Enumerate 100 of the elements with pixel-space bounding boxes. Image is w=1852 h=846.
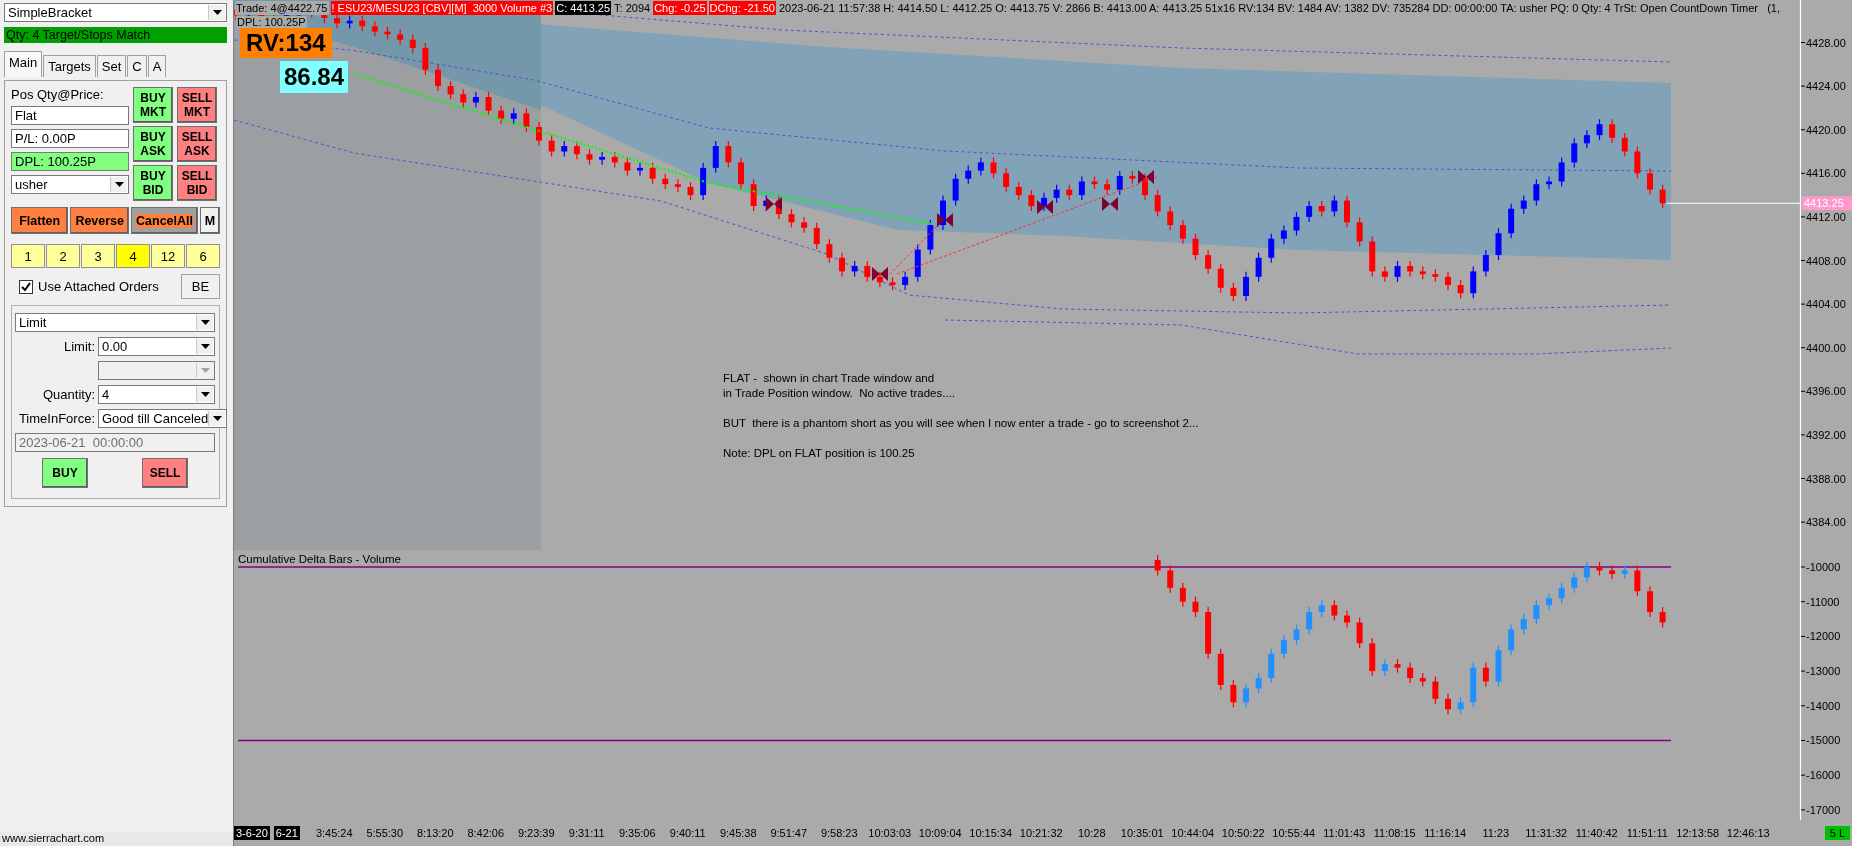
candle (826, 238, 833, 264)
chart-header-text: Chg: -0.25 (653, 1, 707, 15)
time-label: 12:46:13 (1725, 827, 1771, 839)
chart-header-text: C: 4413.25 (555, 1, 612, 15)
delta-bar (1621, 564, 1628, 580)
tab[interactable]: A (147, 55, 167, 77)
candle (725, 140, 732, 168)
quantity-button[interactable]: 1 (11, 244, 45, 268)
account-dropdown[interactable]: usher (11, 175, 129, 194)
candle (1217, 263, 1224, 294)
tab[interactable]: Main (4, 51, 43, 77)
candle (536, 121, 542, 147)
delta-bar (1482, 662, 1489, 688)
time-label: 11:31:32 (1524, 827, 1569, 839)
candle (409, 34, 416, 54)
delta-bar (1331, 599, 1338, 622)
axis-tick-label: -14000 (1800, 699, 1841, 712)
buy-button[interactable]: BUY MKT (133, 87, 173, 123)
candle (1129, 170, 1136, 185)
sell-button[interactable]: SELL (142, 458, 188, 488)
axis-tick-label: 4396.00 (1800, 385, 1846, 398)
action-button[interactable]: M (200, 207, 220, 234)
delta-bar (1318, 599, 1325, 618)
caret-icon (200, 392, 210, 397)
candle (1647, 167, 1653, 196)
field-label: Limit: (62, 339, 95, 354)
delta-bar (1217, 648, 1224, 691)
candle (1470, 265, 1477, 299)
breakeven-button[interactable]: BE (181, 274, 220, 299)
tab[interactable]: Set (96, 55, 127, 77)
quantity-button[interactable]: 3 (81, 244, 115, 268)
chart-note-text: BUT there is a phantom short as you will see when I now enter a trade - go to screenshot 2... (723, 416, 1199, 431)
delta-bar (1255, 672, 1262, 695)
axis-tick-label: -16000 (1800, 769, 1841, 782)
sell-button[interactable]: SELL BID (177, 165, 217, 201)
candle (952, 173, 959, 207)
candle (599, 151, 606, 166)
quantity-button[interactable]: 4 (116, 244, 150, 268)
candle (1558, 156, 1565, 188)
candle (1116, 170, 1123, 196)
time-label: 9:45:38 (718, 827, 758, 839)
form-dropdown[interactable]: 0.00 (98, 337, 215, 356)
form-dropdown[interactable]: Good till Canceled (98, 409, 228, 428)
pl-field[interactable]: P/L: 0.00P (11, 129, 129, 148)
time-label: 10:15:34 (968, 827, 1014, 839)
position-field[interactable]: Flat (11, 106, 129, 125)
time-label: 11:16:14 (1423, 827, 1468, 839)
delta-bar (1280, 634, 1287, 660)
quantity-button[interactable]: 2 (46, 244, 80, 268)
sell-button[interactable]: SELL ASK (177, 126, 217, 162)
candle (1432, 268, 1439, 283)
candle (662, 173, 669, 190)
time-label: 9:35:06 (617, 827, 657, 839)
candle (977, 156, 984, 177)
candle (1495, 227, 1502, 261)
delta-bar (1470, 662, 1477, 708)
candle (801, 216, 808, 234)
checkbox[interactable] (19, 279, 33, 294)
action-button[interactable]: Flatten (11, 207, 69, 234)
chart-note-text: Note: DPL on FLAT position is 100.25 (723, 446, 916, 461)
candle (472, 91, 479, 109)
strategy-dropdown[interactable]: SimpleBracket (4, 3, 227, 22)
dpl-field[interactable]: DPL: 100.25P (11, 152, 129, 171)
sell-button[interactable]: SELL MKT (177, 87, 217, 123)
delta-bar (1230, 679, 1237, 708)
quantity-button[interactable]: 12 (151, 244, 185, 268)
tab[interactable]: C (127, 55, 147, 77)
candle (573, 140, 580, 160)
candle (1142, 173, 1148, 201)
delta-bar (1154, 554, 1161, 577)
action-button[interactable]: Reverse (70, 207, 130, 234)
candle (561, 140, 568, 158)
website-link[interactable]: www.sierrachart.com (0, 832, 233, 846)
candle (624, 156, 631, 177)
delta-bar (1243, 682, 1249, 708)
axis-tick-label: 4416.00 (1800, 167, 1846, 180)
quantity-button[interactable]: 6 (186, 244, 220, 268)
candle (1419, 265, 1426, 280)
candle (1028, 189, 1035, 212)
form-dropdown[interactable]: 4 (98, 385, 215, 404)
candle (1381, 265, 1388, 283)
candle (712, 140, 719, 174)
delta-bar (1407, 662, 1414, 684)
candle (1369, 235, 1376, 277)
delta-bar (1205, 606, 1212, 660)
candle (611, 151, 618, 168)
time-label: 8:13:20 (415, 827, 455, 839)
buy-button[interactable]: BUY ASK (133, 126, 173, 162)
axis-tick-label: 4428.00 (1800, 36, 1846, 49)
order-type-dropdown[interactable]: Limit (15, 313, 215, 332)
candle (700, 162, 707, 201)
cancel-all-button[interactable]: CancelAll (131, 207, 198, 234)
delta-bar (1179, 582, 1186, 608)
time-label: 10:44:04 (1170, 827, 1216, 839)
buy-button[interactable]: BUY BID (133, 165, 173, 201)
candle (1306, 200, 1313, 223)
axis-tick-label: -10000 (1800, 561, 1841, 573)
candle (1167, 205, 1174, 231)
tab[interactable]: Targets (43, 55, 96, 77)
buy-button[interactable]: BUY (42, 458, 88, 488)
